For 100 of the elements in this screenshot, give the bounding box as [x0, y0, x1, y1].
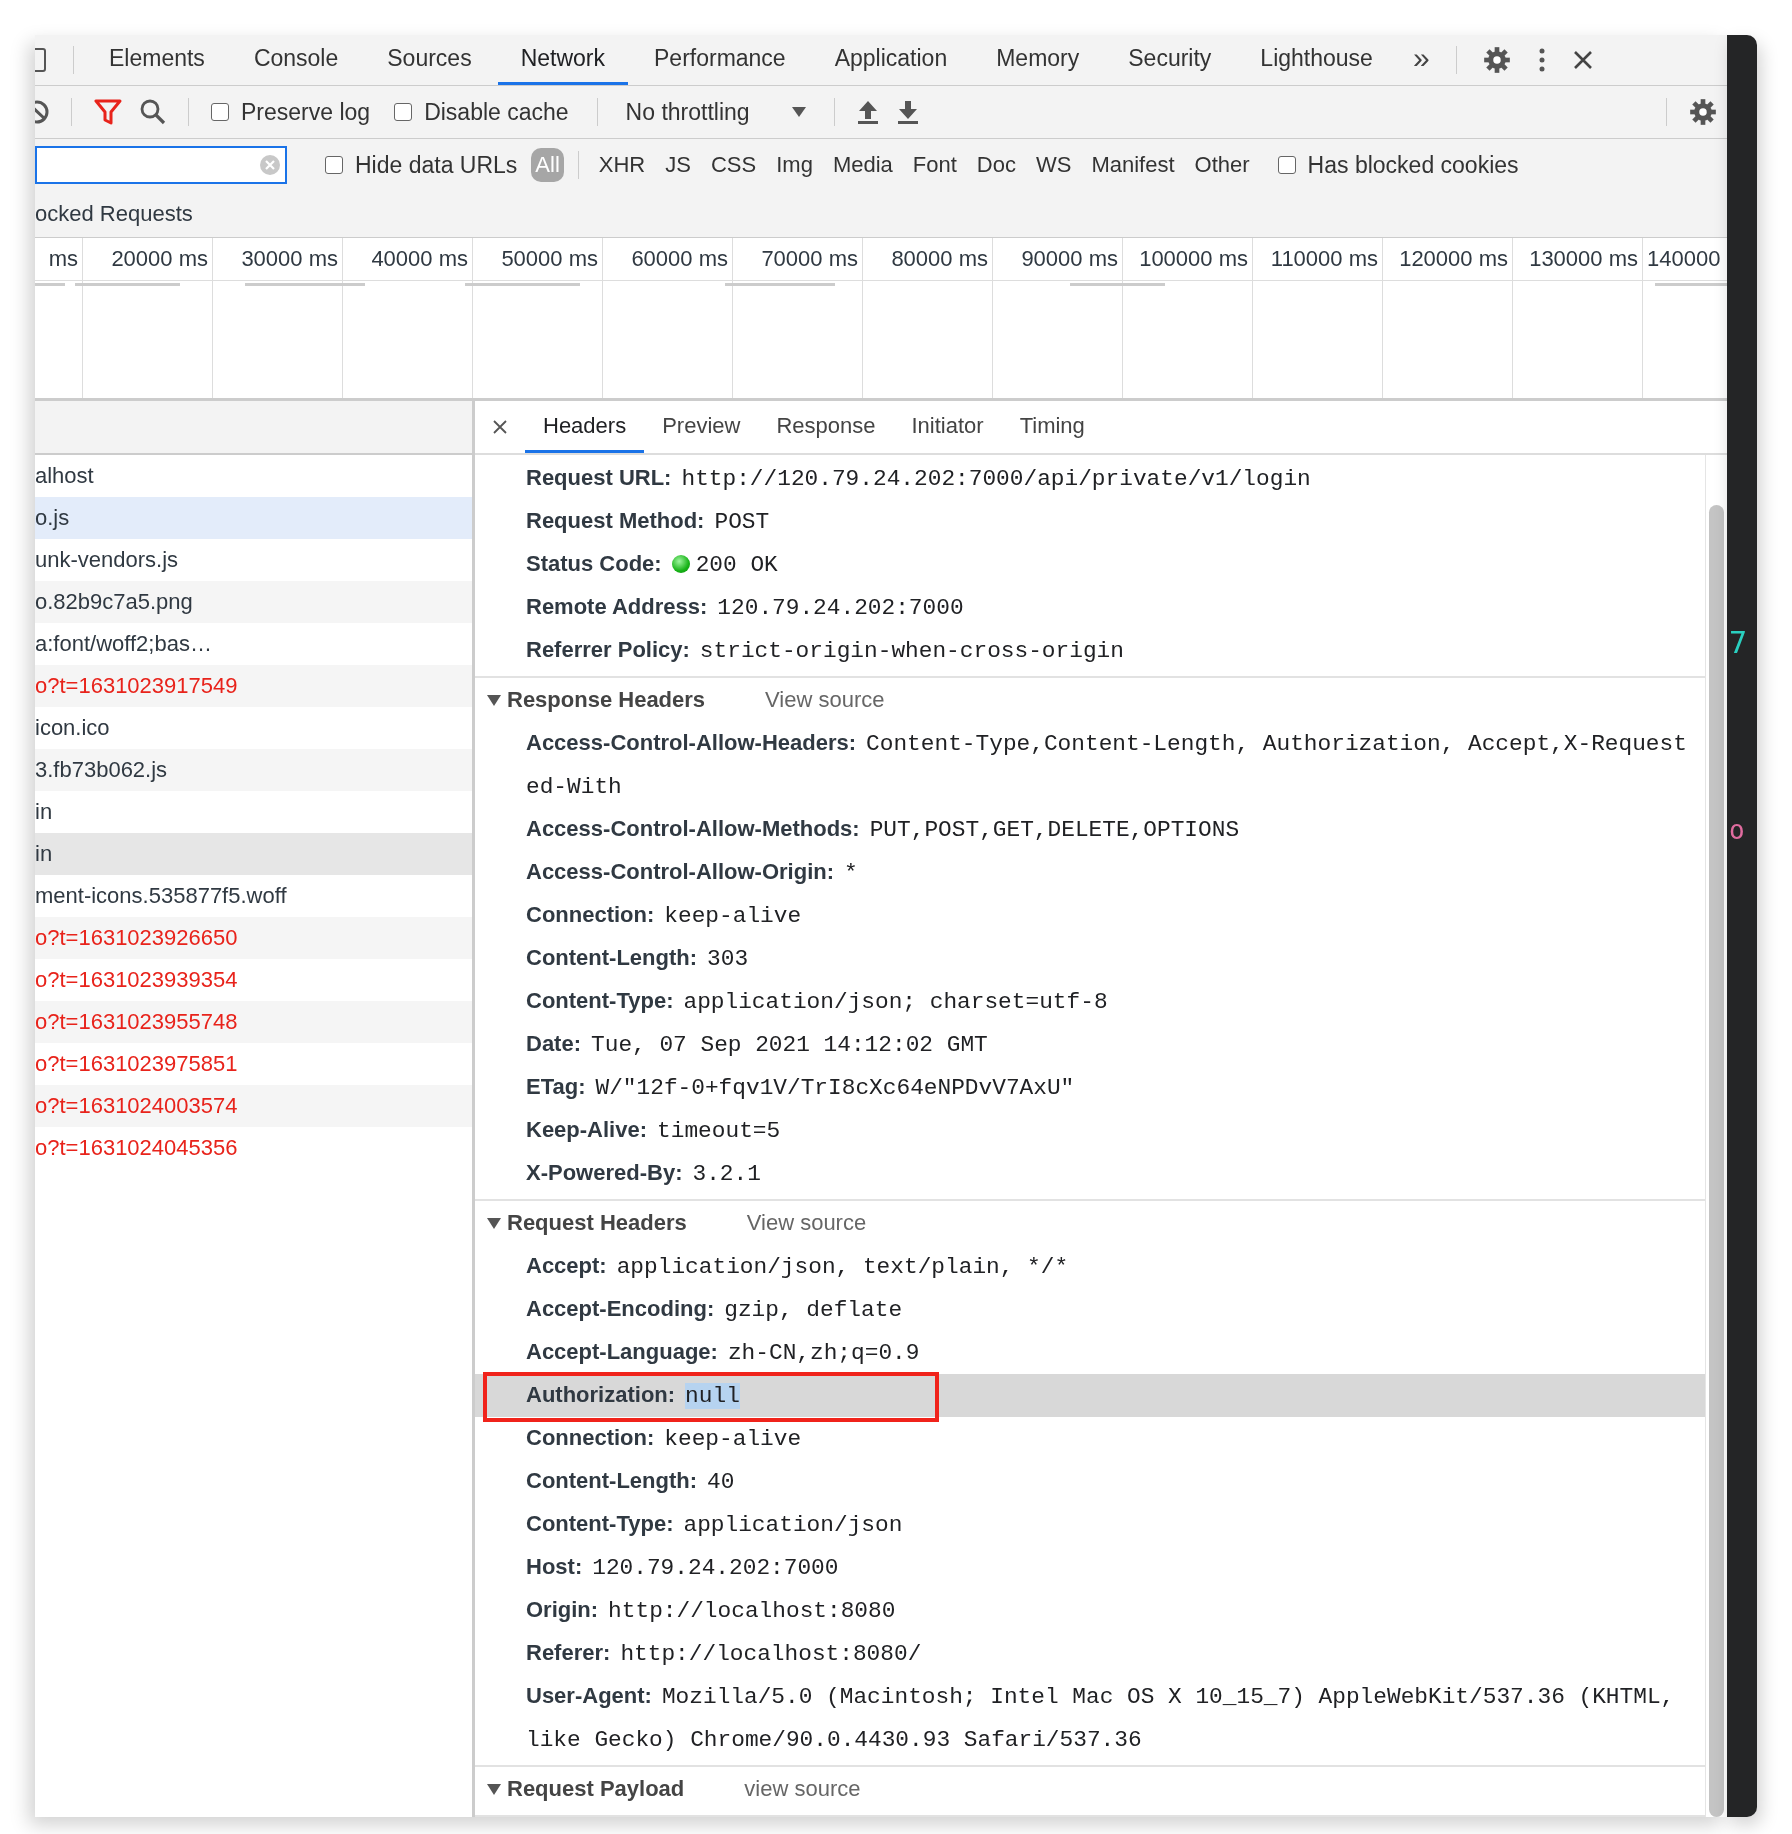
- throttling-dropdown[interactable]: No throttling: [619, 98, 812, 126]
- header-line: Authorization: null: [526, 1382, 740, 1407]
- detail-tab[interactable]: Timing: [1001, 401, 1103, 453]
- panel-tab[interactable]: Lighthouse: [1237, 35, 1396, 85]
- header-line: Content-Length: 40: [526, 1468, 735, 1493]
- time-tick: 60000 ms: [631, 246, 728, 272]
- download-icon[interactable]: [896, 100, 919, 124]
- type-filter[interactable]: CSS: [704, 148, 763, 182]
- header-line: Connection: keep-alive: [526, 1425, 802, 1450]
- header-value: 120.79.24.202:7000: [717, 595, 964, 621]
- search-icon[interactable]: [140, 99, 166, 125]
- request-name[interactable]: icon.ico: [35, 715, 110, 741]
- view-source-link[interactable]: View source: [746, 1210, 867, 1236]
- panel-tab[interactable]: Memory: [973, 35, 1103, 85]
- header-line: Keep-Alive: timeout=5: [526, 1117, 781, 1142]
- time-tick: 90000 ms: [1021, 246, 1118, 272]
- type-filter[interactable]: Font: [906, 148, 963, 182]
- filter-field[interactable]: [35, 146, 287, 184]
- request-name[interactable]: 3.fb73b062.js: [35, 757, 168, 783]
- header-value: 200 OK: [695, 552, 778, 578]
- request-name[interactable]: o?t=1631023975851: [35, 1051, 238, 1077]
- caret-icon[interactable]: [791, 107, 806, 117]
- header-line: Content-Type: application/json: [526, 1511, 903, 1536]
- request-name[interactable]: a:font/woff2;bas…: [35, 631, 212, 657]
- settings-icon[interactable]: [1689, 98, 1717, 126]
- header-line: Access-Control-Allow-Origin: *: [526, 859, 858, 884]
- timeline-bar: [1655, 283, 1727, 286]
- panel-tab[interactable]: Application: [811, 35, 971, 85]
- header-value: POST: [714, 509, 770, 535]
- view-source-link[interactable]: View source: [765, 687, 885, 713]
- time-tick: ms: [48, 246, 78, 272]
- panel-tab[interactable]: Console: [230, 35, 362, 85]
- header-line: Content-Length: 303: [526, 945, 749, 970]
- request-name[interactable]: o?t=1631024045356: [35, 1135, 238, 1161]
- type-filter[interactable]: Other: [1188, 148, 1256, 182]
- blocked-cookies-checkbox[interactable]: Has blocked cookies: [1277, 151, 1519, 179]
- detail-tab[interactable]: Headers: [525, 401, 645, 453]
- header-line: User-Agent: Mozilla/5.0 (Macintosh; Intel Mac OS X 10_15_7) AppleWebKit/537.36 (KHTML, like Gecko) Chrome/90.0.4430.93 Safari/537.36: [526, 1683, 1675, 1751]
- hide-data-urls-checkbox[interactable]: Hide data URLs: [325, 151, 518, 179]
- device-icon[interactable]: [35, 48, 47, 72]
- code-fragment: o: [1729, 815, 1745, 845]
- request-name[interactable]: o.js: [35, 505, 70, 531]
- request-name[interactable]: ment-icons.535877f5.woff: [35, 883, 287, 909]
- clear-field-icon[interactable]: [259, 154, 281, 176]
- type-filter[interactable]: XHR: [592, 148, 652, 182]
- request-name[interactable]: in: [35, 799, 53, 825]
- section-title[interactable]: Request Headers: [507, 1210, 687, 1236]
- detail-tab[interactable]: Response: [758, 401, 894, 453]
- more-tabs-button[interactable]: »: [1398, 41, 1444, 79]
- view-source-link[interactable]: view source: [744, 1776, 861, 1802]
- time-tick: 40000 ms: [371, 246, 468, 272]
- time-tick: 50000 ms: [501, 246, 598, 272]
- header-name: Status Code:: [526, 551, 662, 576]
- header-line: Access-Control-Allow-Headers: Content-Type,Content-Length, Authorization, Accept,X-Requested-With: [526, 730, 1687, 798]
- header-line: Access-Control-Allow-Methods: PUT,POST,GET,DELETE,OPTIONS: [526, 816, 1240, 841]
- detail-tab[interactable]: Preview: [644, 401, 759, 453]
- request-name[interactable]: unk-vendors.js: [35, 547, 179, 573]
- upload-icon[interactable]: [856, 100, 879, 124]
- header-line: Accept-Encoding: gzip, deflate: [526, 1296, 903, 1321]
- settings-icon[interactable]: [1482, 46, 1511, 74]
- time-tick: 130000 ms: [1529, 246, 1638, 272]
- header-name: Request URL:: [526, 465, 672, 490]
- header-name: Referrer Policy:: [526, 637, 690, 662]
- expand-triangle-icon[interactable]: [487, 694, 501, 706]
- header-line: Origin: http://localhost:8080: [526, 1597, 896, 1622]
- more-options-icon[interactable]: [1538, 48, 1545, 72]
- request-name[interactable]: alhost: [35, 463, 94, 489]
- type-filter[interactable]: JS: [659, 148, 697, 182]
- type-filter[interactable]: Doc: [970, 148, 1022, 182]
- panel-tab[interactable]: Performance: [631, 35, 809, 85]
- header-line: X-Powered-By: 3.2.1: [526, 1160, 761, 1185]
- header-value: http://120.79.24.202:7000/api/private/v1/login: [681, 466, 1311, 492]
- section-title[interactable]: Response Headers: [507, 687, 706, 713]
- panel-tab[interactable]: Security: [1105, 35, 1235, 85]
- status-dot-icon: [671, 555, 690, 573]
- panel-tab[interactable]: Sources: [364, 35, 495, 85]
- time-tick: 110000 ms: [1270, 246, 1378, 272]
- code-fragment: 7: [1729, 625, 1748, 660]
- close-icon[interactable]: [1572, 50, 1593, 70]
- scrollbar-thumb[interactable]: [1709, 505, 1724, 1817]
- type-filter[interactable]: WS: [1029, 148, 1078, 182]
- panel-tab[interactable]: Elements: [86, 35, 228, 85]
- request-name[interactable]: o?t=1631023939354: [35, 967, 238, 993]
- preserve-log-checkbox[interactable]: Preserve log: [211, 98, 371, 126]
- detail-tab[interactable]: Initiator: [893, 401, 1002, 453]
- section-title[interactable]: Request Payload: [507, 1776, 685, 1802]
- type-filter[interactable]: Manifest: [1085, 148, 1181, 182]
- type-filter[interactable]: Media: [826, 148, 899, 182]
- disable-cache-checkbox[interactable]: Disable cache: [394, 98, 569, 126]
- time-tick: 80000 ms: [891, 246, 988, 272]
- type-filter[interactable]: Img: [770, 148, 819, 182]
- header-line: ETag: W/"12f-0+fqv1V/TrI8cXc64eNPDvV7AxU": [526, 1074, 1075, 1099]
- request-name[interactable]: in: [35, 841, 53, 867]
- expand-triangle-icon[interactable]: [487, 1217, 501, 1229]
- expand-triangle-icon[interactable]: [487, 1783, 501, 1795]
- filter-icon[interactable]: [94, 99, 122, 125]
- close-icon[interactable]: [493, 420, 507, 434]
- header-line: Date: Tue, 07 Sep 2021 14:12:02 GMT: [526, 1031, 988, 1056]
- clear-icon[interactable]: [35, 100, 49, 124]
- header-name: Request Method:: [526, 508, 705, 533]
